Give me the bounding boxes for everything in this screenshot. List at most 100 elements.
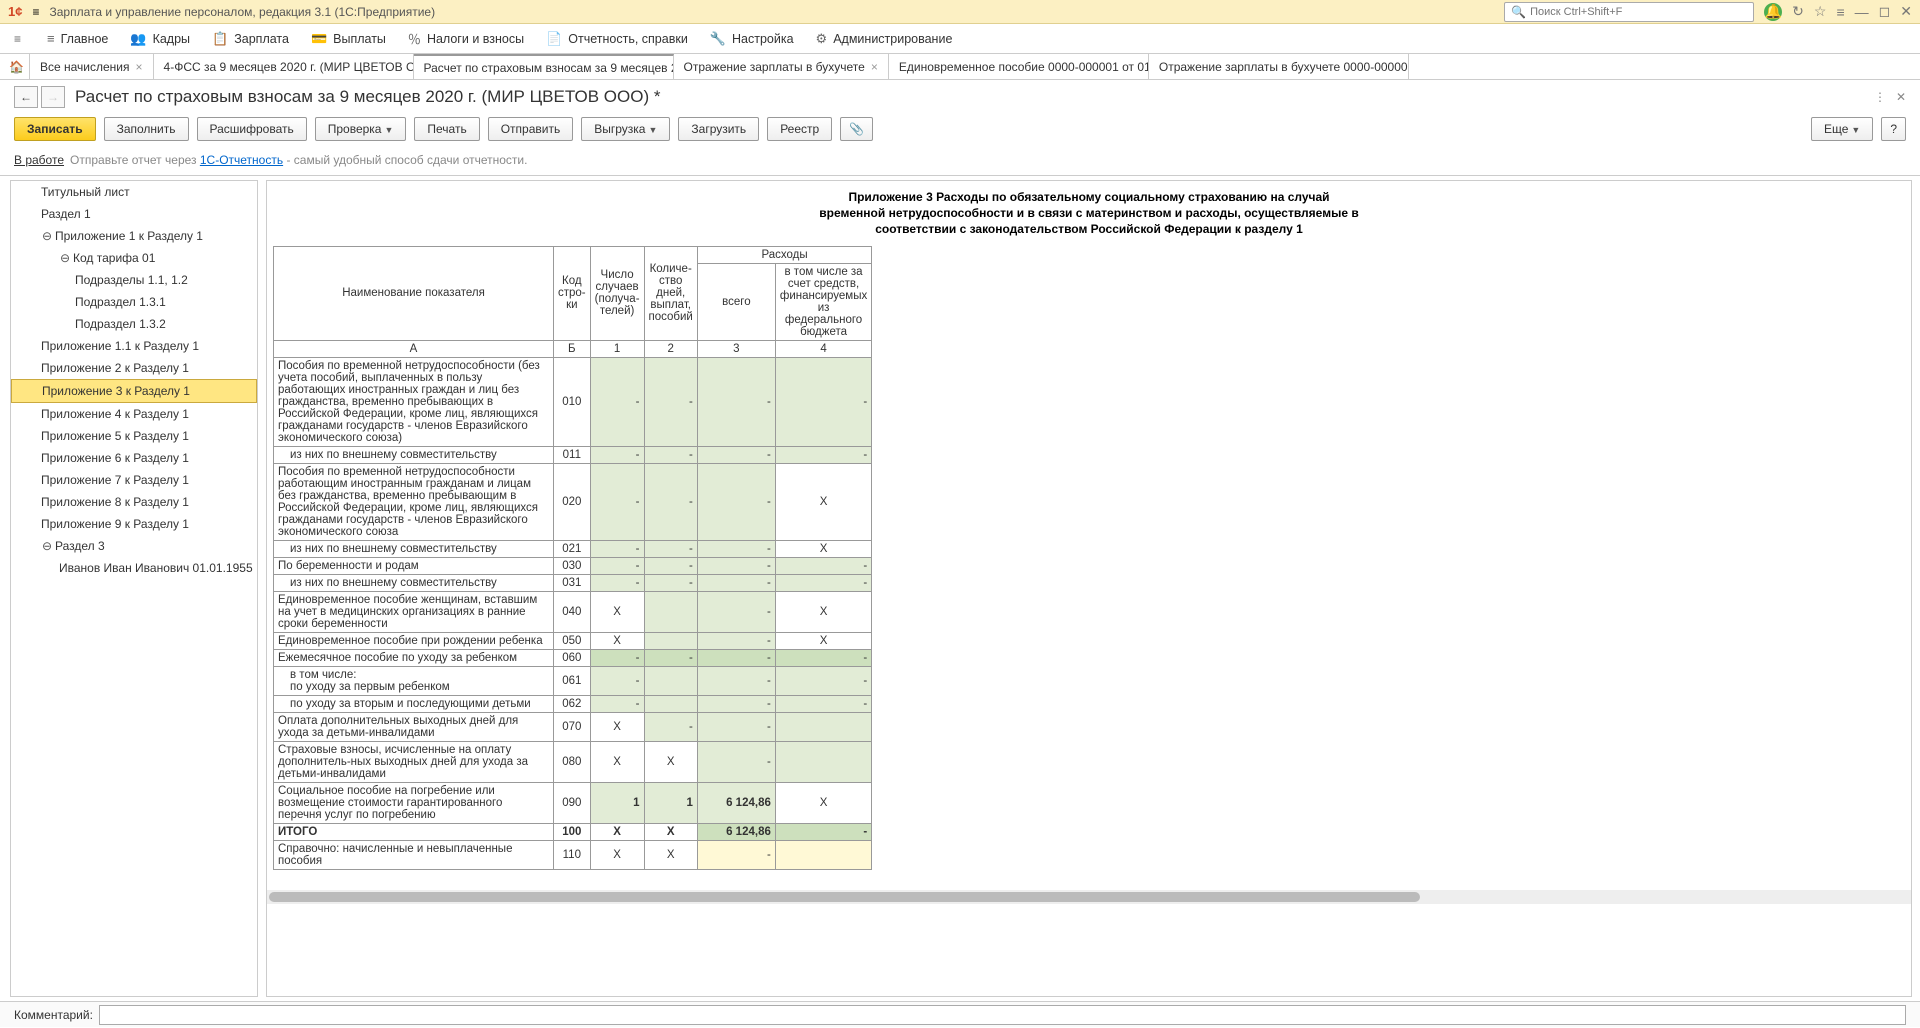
row-c1[interactable]: -: [590, 649, 644, 666]
forward-button[interactable]: →: [41, 86, 65, 108]
tab-close-icon[interactable]: ×: [871, 60, 878, 74]
mainnav-item[interactable]: ％Налоги и взносы: [408, 29, 524, 48]
row-c4[interactable]: [775, 741, 871, 782]
row-c2[interactable]: X: [644, 840, 697, 869]
row-c3[interactable]: -: [697, 446, 775, 463]
check-button[interactable]: Проверка▼: [315, 117, 407, 141]
menu-icon[interactable]: ≡: [32, 5, 39, 19]
tab[interactable]: Расчет по страховым взносам за 9 месяцев…: [414, 54, 674, 79]
row-c3[interactable]: -: [697, 357, 775, 446]
row-c1[interactable]: X: [590, 632, 644, 649]
search-input[interactable]: [1530, 6, 1747, 18]
row-c1[interactable]: X: [590, 712, 644, 741]
row-c4[interactable]: X: [775, 540, 871, 557]
row-c2[interactable]: [644, 632, 697, 649]
horizontal-scrollbar[interactable]: [267, 890, 1911, 904]
row-c4[interactable]: X: [775, 782, 871, 823]
row-c3[interactable]: -: [697, 712, 775, 741]
row-c4[interactable]: [775, 840, 871, 869]
send-button[interactable]: Отправить: [488, 117, 574, 141]
more-actions-icon[interactable]: ⋮: [1874, 90, 1886, 104]
row-c3[interactable]: -: [697, 591, 775, 632]
row-c4[interactable]: -: [775, 446, 871, 463]
status-link[interactable]: В работе: [14, 153, 64, 167]
row-c2[interactable]: -: [644, 557, 697, 574]
row-c3[interactable]: -: [697, 666, 775, 695]
tree-item[interactable]: Приложение 5 к Разделу 1: [11, 425, 257, 447]
row-c3[interactable]: -: [697, 574, 775, 591]
row-c3[interactable]: -: [697, 632, 775, 649]
tab[interactable]: Отражение зарплаты в бухучете×: [674, 54, 889, 79]
back-button[interactable]: ←: [14, 86, 38, 108]
row-c2[interactable]: X: [644, 823, 697, 840]
search-box[interactable]: 🔍: [1504, 2, 1754, 22]
row-c3[interactable]: -: [697, 840, 775, 869]
row-c2[interactable]: -: [644, 540, 697, 557]
row-c1[interactable]: -: [590, 666, 644, 695]
row-c1[interactable]: X: [590, 823, 644, 840]
mainnav-item[interactable]: 🔧Настройка: [710, 31, 794, 47]
tree-item[interactable]: Иванов Иван Иванович 01.01.1955: [11, 557, 257, 579]
row-c1[interactable]: X: [590, 741, 644, 782]
tab[interactable]: Все начисления×: [30, 54, 154, 79]
mainnav-item[interactable]: ⚙Администрирование: [816, 31, 953, 47]
tab[interactable]: Отражение зарплаты в бухучете 0000-00000…: [1149, 54, 1409, 79]
row-c4[interactable]: X: [775, 591, 871, 632]
close-page-icon[interactable]: ✕: [1896, 90, 1906, 104]
row-c1[interactable]: -: [590, 557, 644, 574]
row-c4[interactable]: -: [775, 357, 871, 446]
row-c2[interactable]: [644, 695, 697, 712]
minimize-icon[interactable]: —: [1855, 4, 1869, 20]
row-c4[interactable]: -: [775, 666, 871, 695]
row-c2[interactable]: 1: [644, 782, 697, 823]
tab[interactable]: 4-ФСС за 9 месяцев 2020 г. (МИР ЦВЕТОВ О…: [154, 54, 414, 79]
row-c2[interactable]: X: [644, 741, 697, 782]
row-c3[interactable]: -: [697, 649, 775, 666]
tree-item[interactable]: Раздел 1: [11, 203, 257, 225]
tree-item[interactable]: ⊖Приложение 1 к Разделу 1: [11, 225, 257, 247]
mainnav-item[interactable]: 👥Кадры: [130, 31, 190, 47]
tree-item[interactable]: Приложение 2 к Разделу 1: [11, 357, 257, 379]
mainnav-menu-icon[interactable]: ≡: [14, 32, 21, 46]
row-c4[interactable]: -: [775, 695, 871, 712]
row-c3[interactable]: 6 124,86: [697, 823, 775, 840]
bell-icon[interactable]: 🔔: [1764, 3, 1782, 21]
tree-item[interactable]: Приложение 7 к Разделу 1: [11, 469, 257, 491]
row-c1[interactable]: -: [590, 540, 644, 557]
tree-item[interactable]: ⊖Раздел 3: [11, 535, 257, 557]
row-c4[interactable]: X: [775, 632, 871, 649]
attach-button[interactable]: 📎: [840, 117, 873, 141]
comment-input[interactable]: [99, 1005, 1906, 1025]
expand-icon[interactable]: ⊖: [59, 251, 71, 265]
more-button[interactable]: Еще▼: [1811, 117, 1873, 141]
row-c2[interactable]: -: [644, 463, 697, 540]
row-c4[interactable]: -: [775, 557, 871, 574]
row-c2[interactable]: -: [644, 446, 697, 463]
row-c3[interactable]: -: [697, 557, 775, 574]
row-c1[interactable]: -: [590, 463, 644, 540]
mainnav-item[interactable]: 📄Отчетность, справки: [546, 31, 688, 47]
mainnav-item[interactable]: ≡Главное: [47, 31, 108, 46]
row-c4[interactable]: X: [775, 463, 871, 540]
tree-item[interactable]: Приложение 4 к Разделу 1: [11, 403, 257, 425]
history-icon[interactable]: ↻: [1792, 3, 1804, 20]
maximize-icon[interactable]: ◻: [1879, 3, 1891, 20]
fill-button[interactable]: Заполнить: [104, 117, 189, 141]
row-c3[interactable]: -: [697, 695, 775, 712]
tree-item[interactable]: ⊖Код тарифа 01: [11, 247, 257, 269]
expand-icon[interactable]: ⊖: [41, 229, 53, 243]
tree-item[interactable]: Приложение 3 к Разделу 1: [11, 379, 257, 403]
mainnav-item[interactable]: 📋Зарплата: [212, 31, 289, 47]
row-c2[interactable]: -: [644, 574, 697, 591]
row-c1[interactable]: X: [590, 840, 644, 869]
expand-icon[interactable]: ⊖: [41, 539, 53, 553]
row-c2[interactable]: -: [644, 649, 697, 666]
tree-item[interactable]: Титульный лист: [11, 181, 257, 203]
tree-item[interactable]: Подраздел 1.3.2: [11, 313, 257, 335]
tree-item[interactable]: Приложение 8 к Разделу 1: [11, 491, 257, 513]
row-c2[interactable]: -: [644, 712, 697, 741]
help-button[interactable]: ?: [1881, 117, 1906, 141]
settings-icon[interactable]: ≡: [1836, 4, 1844, 20]
row-c3[interactable]: -: [697, 463, 775, 540]
row-c3[interactable]: -: [697, 540, 775, 557]
